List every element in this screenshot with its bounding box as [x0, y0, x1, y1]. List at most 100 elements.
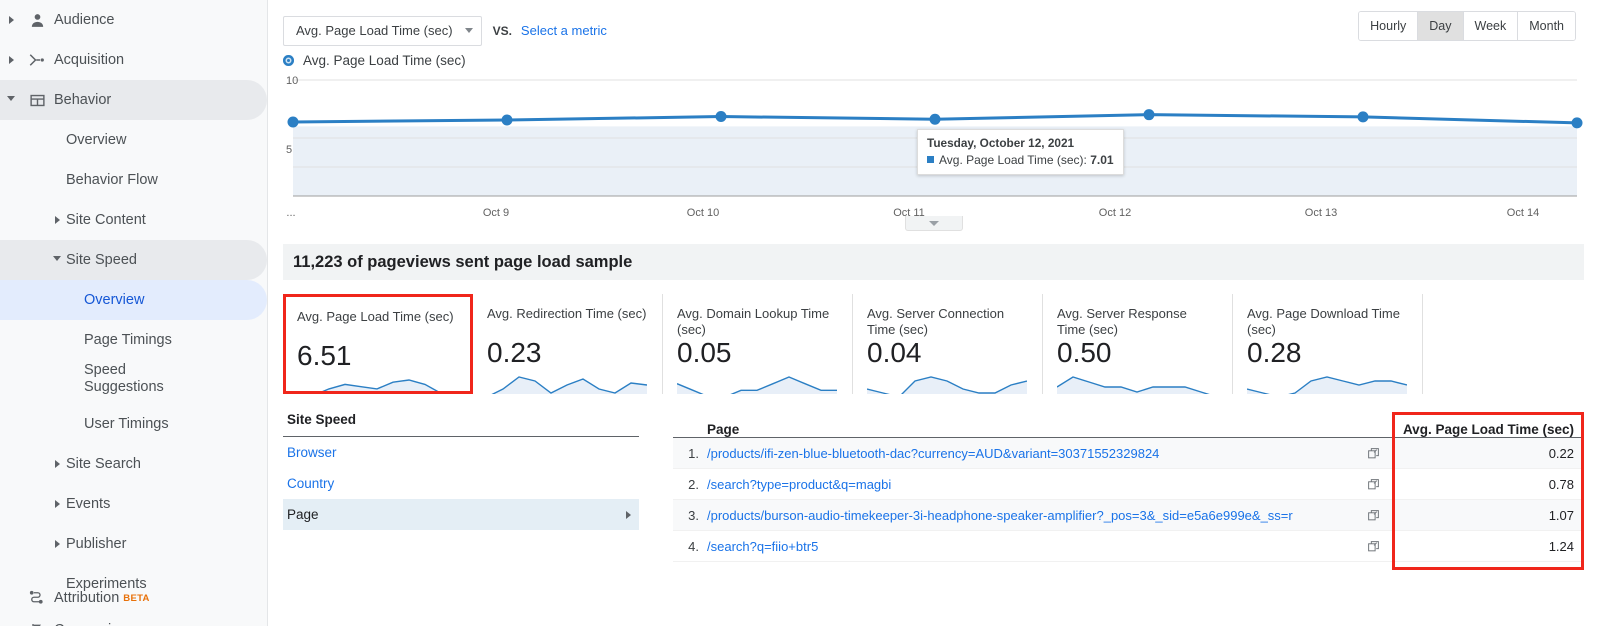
chevron-right-icon: [2, 56, 20, 64]
chart-tooltip: Tuesday, October 12, 2021 Avg. Page Load…: [917, 129, 1124, 175]
chart-legend: Avg. Page Load Time (sec): [268, 50, 1600, 68]
metric-sparkline: [491, 376, 647, 394]
dimension-label: Country: [287, 476, 335, 491]
open-in-new-icon[interactable]: [1367, 509, 1392, 522]
page-url-link[interactable]: /search?type=product&q=magbi: [707, 477, 891, 492]
beta-badge: BETA: [123, 592, 150, 604]
metric-card-value: 0.50: [1057, 337, 1112, 368]
metric-card[interactable]: Avg. Page Load Time (sec) 6.51: [283, 294, 473, 394]
metric-card-title: Avg. Server Connection Time (sec): [867, 306, 1005, 337]
period-button-day[interactable]: Day: [1418, 12, 1464, 40]
sidebar-item-events[interactable]: Events: [0, 484, 267, 524]
metric-select-dropdown[interactable]: Avg. Page Load Time (sec): [283, 15, 482, 46]
metric-card-title: Avg. Server Response Time (sec): [1057, 306, 1187, 337]
sidebar-item-site-speed[interactable]: Site Speed: [0, 240, 267, 280]
chevron-right-icon: [2, 16, 20, 24]
sidebar-item-attribution[interactable]: Attribution BETA: [0, 578, 267, 618]
metric-card[interactable]: Avg. Server Response Time (sec) 0.50: [1043, 294, 1233, 394]
dimension-label: Browser: [287, 445, 337, 460]
sidebar-item-label: Site Content: [66, 212, 146, 228]
column-header-avg-page-load-time: Avg. Page Load Time (sec): [1402, 422, 1574, 437]
metric-sparkline: [677, 376, 837, 394]
metric-select-label: Avg. Page Load Time (sec): [296, 23, 453, 38]
row-index: 1.: [688, 445, 699, 461]
dimension-label: Page: [287, 507, 319, 522]
sidebar-item-audience[interactable]: Audience: [0, 0, 267, 40]
metric-card[interactable]: Avg. Domain Lookup Time (sec) 0.05: [663, 294, 853, 394]
page-table-body: 1. /products/ifi-zen-blue-bluetooth-dac?c…: [673, 438, 1584, 562]
table-row[interactable]: 4. /search?q=fiio+btr5 1.24: [673, 531, 1584, 562]
metric-card[interactable]: Avg. Server Connection Time (sec) 0.04: [853, 294, 1043, 394]
metric-card-row: Avg. Page Load Time (sec) 6.51 Avg. Redire…: [283, 294, 1584, 394]
chevron-down-icon: [48, 255, 66, 265]
y-axis-tick-10: 10: [286, 75, 299, 87]
sidebar-item-label: User Timings: [84, 416, 169, 432]
x-axis-tick-1: Oct 9: [482, 207, 510, 219]
sidebar-item-speed-suggestions[interactable]: Speed Suggestions: [0, 360, 267, 404]
chevron-down-icon: [2, 95, 20, 105]
legend-marker-icon: [283, 55, 294, 66]
page-url-link[interactable]: /search?q=fiio+btr5: [707, 539, 818, 554]
chevron-right-icon: [626, 510, 631, 519]
metric-card[interactable]: Avg. Page Download Time (sec) 0.28: [1233, 294, 1423, 394]
page-table: Page Avg. Page Load Time (sec) 1. /produc…: [673, 412, 1584, 570]
sidebar-item-label: Attribution: [54, 590, 120, 606]
timeseries-chart[interactable]: 10 5 ... Oct 9 Oct 10 Oct 11 Oct 12 Oct …: [283, 74, 1584, 234]
acquisition-icon: [20, 51, 54, 69]
x-axis-tick-2: Oct 10: [686, 207, 720, 219]
metric-card-value: 0.28: [1247, 337, 1302, 368]
table-row[interactable]: 1. /products/ifi-zen-blue-bluetooth-dac?c…: [673, 438, 1584, 469]
row-index: 3.: [688, 507, 699, 523]
y-axis-tick-5: 5: [286, 144, 293, 156]
sidebar-item-behavior-overview[interactable]: Overview: [0, 120, 267, 160]
sidebar-item-site-speed-overview[interactable]: Overview: [0, 280, 267, 320]
chevron-right-icon: [48, 540, 66, 548]
x-axis-tick-6: Oct 14: [1506, 207, 1540, 219]
period-button-month[interactable]: Month: [1518, 12, 1575, 40]
sidebar-item-site-content[interactable]: Site Content: [0, 200, 267, 240]
row-index: 4.: [688, 538, 699, 554]
select-a-metric-link[interactable]: Select a metric: [521, 23, 607, 38]
period-button-week[interactable]: Week: [1463, 12, 1519, 40]
table-row[interactable]: 2. /search?type=product&q=magbi 0.78: [673, 469, 1584, 500]
chevron-right-icon: [48, 460, 66, 468]
attribution-icon: [20, 589, 54, 607]
dimension-row-country[interactable]: Country: [283, 468, 639, 499]
avg-page-load-time-value: 1.07: [1548, 507, 1574, 523]
sidebar-item-label: Behavior Flow: [66, 172, 158, 188]
dimension-row-browser[interactable]: Browser: [283, 437, 639, 468]
page-url-link[interactable]: /products/ifi-zen-blue-bluetooth-dac?cur…: [707, 446, 1159, 461]
sidebar-item-page-timings[interactable]: Page Timings: [0, 320, 267, 360]
open-in-new-icon[interactable]: [1367, 540, 1392, 553]
sidebar-item-behavior-flow[interactable]: Behavior Flow: [0, 160, 267, 200]
sidebar-item-publisher[interactable]: Publisher: [0, 524, 267, 564]
metric-card-title: Avg. Redirection Time (sec): [487, 306, 647, 321]
table-row[interactable]: 3. /products/burson-audio-timekeeper-3i-h…: [673, 500, 1584, 531]
flag-icon: [20, 622, 54, 626]
behavior-icon: [20, 92, 54, 109]
metric-card-value: 6.51: [297, 340, 352, 371]
metric-sparkline: [867, 376, 1027, 394]
avg-page-load-time-value: 0.22: [1548, 445, 1574, 461]
sidebar-item-label: Events: [66, 496, 111, 512]
row-index: 2.: [688, 476, 699, 492]
metric-card[interactable]: Avg. Redirection Time (sec) 0.23: [473, 294, 663, 394]
sample-banner: 11,223 of pageviews sent page load sampl…: [283, 244, 1584, 280]
period-button-hourly[interactable]: Hourly: [1359, 12, 1419, 40]
chart-collapse-handle[interactable]: [904, 216, 963, 231]
chevron-right-icon: [48, 216, 66, 224]
sidebar-item-behavior[interactable]: Behavior: [0, 80, 267, 120]
open-in-new-icon[interactable]: [1367, 478, 1392, 491]
sidebar-item-site-search[interactable]: Site Search: [0, 444, 267, 484]
metric-card-value: 0.05: [677, 337, 732, 368]
sidebar-item-acquisition[interactable]: Acquisition: [0, 40, 267, 80]
page-url-link[interactable]: /products/burson-audio-timekeeper-3i-hea…: [707, 508, 1293, 523]
metric-sparkline: [1247, 376, 1407, 394]
tooltip-marker-icon: [927, 156, 934, 163]
analytics-page: Audience Acquisition Behavior Overview B…: [0, 0, 1600, 626]
dimension-row-page[interactable]: Page: [283, 499, 639, 530]
open-in-new-icon[interactable]: [1367, 447, 1392, 460]
sidebar-item-label: Behavior: [54, 92, 112, 108]
sidebar-item-user-timings[interactable]: User Timings: [0, 404, 267, 444]
sidebar: Audience Acquisition Behavior Overview B…: [0, 0, 268, 626]
